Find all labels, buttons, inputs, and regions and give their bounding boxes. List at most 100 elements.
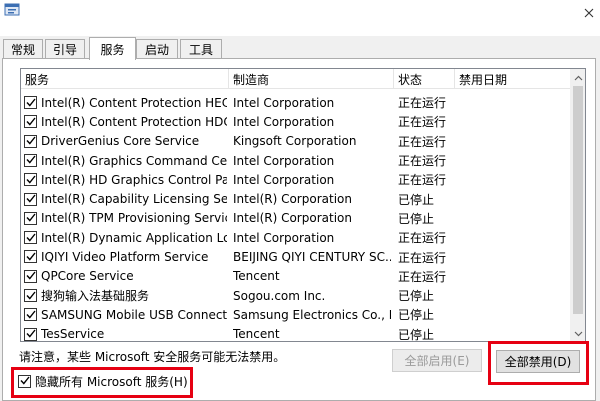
- service-manufacturer: Samsung Electronics Co., L...: [233, 307, 391, 322]
- chevron-down-icon: [574, 326, 583, 340]
- service-checkbox[interactable]: [24, 289, 37, 302]
- service-status: 已停止: [398, 211, 435, 226]
- service-status: 正在运行: [398, 231, 447, 246]
- service-status: 已停止: [398, 308, 435, 323]
- service-manufacturer: Intel Corporation: [233, 95, 335, 110]
- check-icon: [25, 327, 36, 341]
- service-disable-date: [459, 209, 569, 228]
- enable-all-button[interactable]: 全部启用(E): [392, 349, 482, 372]
- service-manufacturer: Intel(R) Corporation: [233, 211, 352, 226]
- close-icon: [584, 7, 594, 21]
- service-name: Intel(R) HD Graphics Control Pan...: [41, 172, 227, 187]
- service-status: 已停止: [398, 327, 435, 342]
- check-icon: [25, 231, 36, 245]
- service-manufacturer: Intel Corporation: [233, 153, 335, 168]
- title-bar: [0, 0, 600, 36]
- column-header-service[interactable]: 服务: [21, 69, 228, 89]
- service-status: 正在运行: [398, 269, 447, 284]
- service-name: Intel(R) Content Protection HECI ...: [41, 95, 227, 110]
- check-icon: [25, 96, 36, 110]
- table-row[interactable]: IQIYI Video Platform Service BEIJING QIYI…: [21, 247, 570, 266]
- chevron-up-icon: [574, 70, 583, 84]
- table-row[interactable]: TesService Tencent 已停止: [21, 325, 570, 342]
- table-row[interactable]: Intel(R) Content Protection HDCP... Intel…: [21, 112, 570, 131]
- service-disable-date: [459, 325, 569, 341]
- msconfig-icon: [4, 2, 22, 18]
- tab-services[interactable]: 服务: [89, 37, 136, 60]
- service-manufacturer: Intel Corporation: [233, 114, 335, 129]
- scroll-thumb[interactable]: [573, 86, 583, 314]
- check-icon: [25, 115, 36, 129]
- service-status: 正在运行: [398, 96, 447, 111]
- tab-startup[interactable]: 启动: [136, 39, 178, 59]
- scroll-up-button[interactable]: [570, 69, 585, 85]
- service-disable-date: [459, 132, 569, 151]
- service-status: 正在运行: [398, 154, 447, 169]
- service-manufacturer: Tencent: [233, 327, 280, 342]
- service-checkbox[interactable]: [24, 308, 37, 322]
- table-row[interactable]: Intel(R) TPM Provisioning Service Intel(R…: [21, 209, 570, 228]
- table-row[interactable]: Intel(R) HD Graphics Control Pan... Intel…: [21, 170, 570, 189]
- service-disable-date: [459, 112, 569, 131]
- highlight-box: [11, 367, 193, 398]
- tab-tools[interactable]: 工具: [180, 39, 222, 59]
- service-checkbox[interactable]: [24, 192, 37, 206]
- service-name: Intel(R) Content Protection HDCP...: [41, 114, 227, 129]
- tab-general[interactable]: 常规: [3, 39, 43, 59]
- service-name: 搜狗输入法基础服务: [41, 289, 150, 304]
- service-checkbox[interactable]: [24, 134, 37, 148]
- column-header-disable-date[interactable]: 禁用日期: [455, 69, 570, 89]
- service-manufacturer: Intel(R) Corporation: [233, 192, 352, 207]
- table-row[interactable]: QPCore Service Tencent 正在运行: [21, 267, 570, 286]
- column-header-status[interactable]: 状态: [394, 69, 454, 89]
- table-row[interactable]: SAMSUNG Mobile USB Connecti... Samsung El…: [21, 305, 570, 324]
- table-row[interactable]: Intel(R) Dynamic Application Loa... Intel…: [21, 228, 570, 247]
- table-row[interactable]: DriverGenius Core Service Kingsoft Corpor…: [21, 132, 570, 151]
- check-icon: [25, 289, 36, 303]
- notice-text: 请注意，某些 Microsoft 安全服务可能无法禁用。: [19, 350, 286, 364]
- table-row[interactable]: Intel(R) Capability Licensing Servi... In…: [21, 190, 570, 209]
- vertical-scrollbar[interactable]: [570, 69, 585, 341]
- service-checkbox[interactable]: [24, 327, 37, 341]
- service-checkbox[interactable]: [24, 269, 37, 283]
- scroll-down-button[interactable]: [570, 325, 585, 341]
- service-checkbox[interactable]: [24, 250, 37, 264]
- service-checkbox[interactable]: [24, 153, 37, 167]
- service-name: Intel(R) Capability Licensing Servi...: [41, 192, 227, 207]
- column-header-manufacturer[interactable]: 制造商: [229, 69, 393, 89]
- service-checkbox[interactable]: [24, 115, 37, 129]
- service-checkbox[interactable]: [24, 96, 37, 109]
- service-status: 正在运行: [398, 115, 447, 130]
- service-name: DriverGenius Core Service: [41, 134, 200, 149]
- check-icon: [25, 211, 36, 225]
- check-icon: [25, 173, 36, 187]
- tab-strip: 常规 引导 服务 启动 工具: [0, 37, 600, 60]
- table-row[interactable]: Intel(R) Graphics Command Cent... Intel C…: [21, 151, 570, 170]
- service-name: Intel(R) Dynamic Application Loa...: [41, 230, 227, 245]
- service-status: 正在运行: [398, 134, 447, 149]
- service-disable-date: [459, 228, 569, 247]
- service-manufacturer: Sogou.com Inc.: [233, 288, 326, 303]
- service-status: 已停止: [398, 192, 435, 207]
- service-manufacturer: Tencent: [233, 269, 280, 284]
- service-checkbox[interactable]: [24, 231, 37, 245]
- list-header: 服务 制造商 状态 禁用日期: [21, 69, 570, 89]
- service-disable-date: [459, 93, 569, 112]
- service-name: Intel(R) TPM Provisioning Service: [41, 211, 227, 226]
- service-checkbox[interactable]: [24, 173, 37, 187]
- service-checkbox[interactable]: [24, 211, 37, 225]
- service-disable-date: [459, 190, 569, 209]
- service-disable-date: [459, 151, 569, 170]
- close-button[interactable]: [578, 0, 600, 28]
- check-icon: [25, 250, 36, 264]
- table-row[interactable]: 搜狗输入法基础服务 Sogou.com Inc. 已停止: [21, 286, 570, 305]
- service-name: TesService: [41, 327, 105, 342]
- service-disable-date: [459, 247, 569, 266]
- services-list[interactable]: 服务 制造商 状态 禁用日期 Intel(R) Content Protecti…: [20, 68, 586, 342]
- check-icon: [25, 153, 36, 167]
- service-disable-date: [459, 286, 569, 305]
- check-icon: [25, 269, 36, 283]
- service-disable-date: [459, 267, 569, 286]
- table-row[interactable]: Intel(R) Content Protection HECI ... Inte…: [21, 93, 570, 112]
- tab-boot[interactable]: 引导: [45, 39, 85, 59]
